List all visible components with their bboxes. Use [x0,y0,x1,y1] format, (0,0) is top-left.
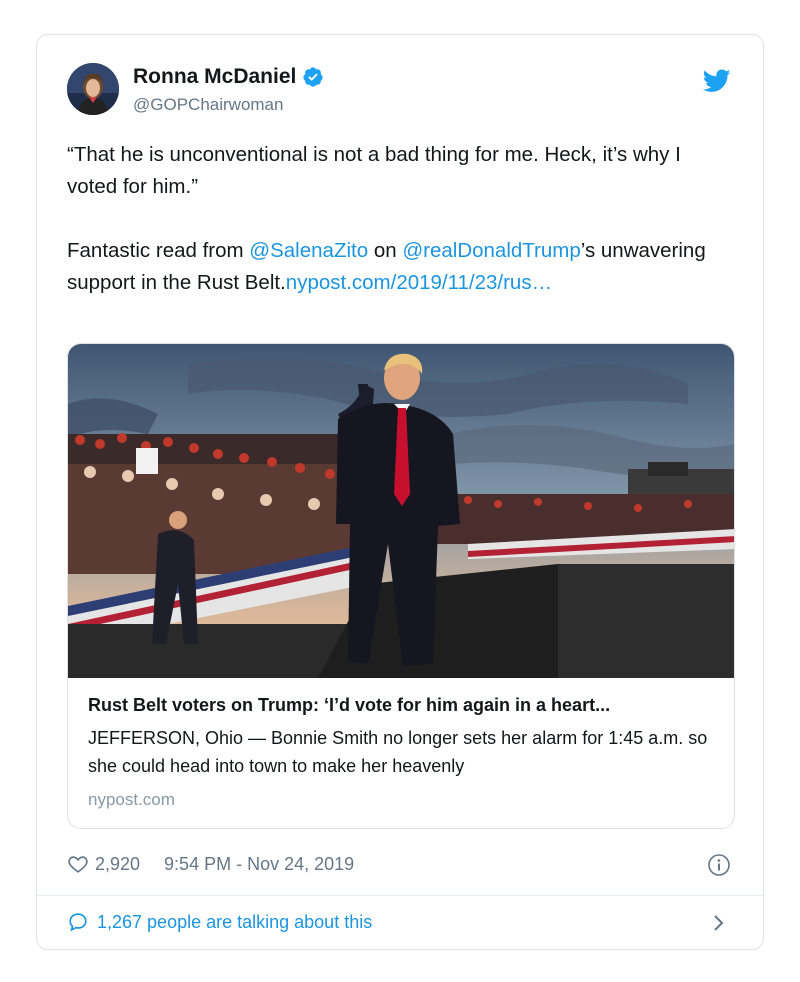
avatar[interactable] [67,63,119,115]
link-preview-domain: nypost.com [88,790,175,809]
article-link[interactable]: nypost.com/2019/11/23/rus… [286,271,552,294]
rally-photo [68,344,734,678]
speech-bubble-icon [69,913,87,932]
author-name-text[interactable]: Ronna McDaniel [133,65,296,89]
body-middle: on [368,239,403,262]
divider [37,895,763,896]
tweet-quote: “That he is unconventional is not a bad … [67,143,681,198]
avatar-photo [67,63,119,115]
link-preview-body: Rust Belt voters on Trump: ‘I’d vote for… [68,678,734,810]
author-handle[interactable]: @GOPChairwoman [133,95,283,115]
tweet-meta: 2,920 9:54 PM - Nov 24, 2019 [67,853,354,875]
tweet-text: “That he is unconventional is not a bad … [67,139,727,299]
link-preview-card[interactable]: Rust Belt voters on Trump: ‘I’d vote for… [67,343,735,829]
heart-icon[interactable] [67,853,89,875]
mention-salenazito[interactable]: @SalenaZito [249,239,368,262]
link-preview-description: JEFFERSON, Ohio — Bonnie Smith no longer… [88,728,708,776]
tweet-timestamp[interactable]: 9:54 PM - Nov 24, 2019 [164,854,354,875]
tweet-embed-card: Ronna McDaniel @GOPChairwoman “That he i… [36,34,764,950]
mention-realdonaldtrump[interactable]: @realDonaldTrump [402,239,580,262]
link-preview-title[interactable]: Rust Belt voters on Trump: ‘I’d vote for… [88,692,714,718]
body-prefix: Fantastic read from [67,239,250,262]
author-name[interactable]: Ronna McDaniel [133,65,324,89]
verified-badge-icon [303,67,323,87]
chevron-right-icon[interactable] [711,913,727,933]
conversation-link[interactable]: 1,267 people are talking about this [67,911,372,933]
like-count[interactable]: 2,920 [95,854,140,875]
tweet-body: Fantastic read from @SalenaZito on @real… [67,235,727,299]
info-icon[interactable] [707,853,731,877]
talking-count-text[interactable]: 1,267 people are talking about this [97,912,372,933]
twitter-bird-icon[interactable] [703,69,731,93]
